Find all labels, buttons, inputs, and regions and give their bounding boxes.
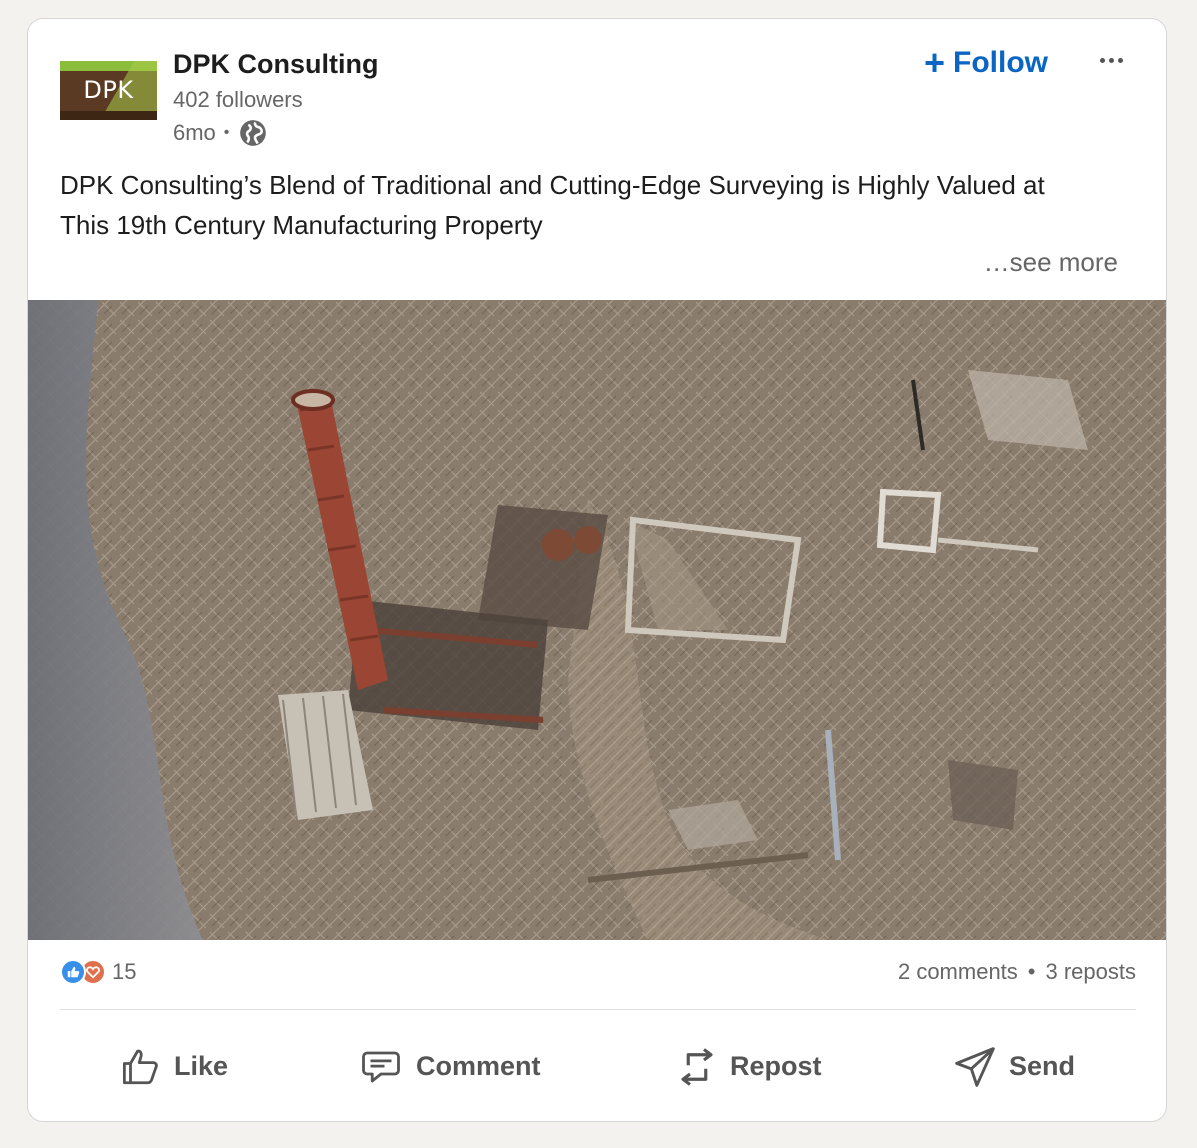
small-ruin xyxy=(948,760,1018,830)
send-label: Send xyxy=(1009,1051,1076,1081)
post-image[interactable] xyxy=(28,300,1166,940)
comments-reposts: 2 comments • 3 reposts xyxy=(898,959,1136,985)
comment-button[interactable]: Comment xyxy=(358,1029,541,1104)
reactions-summary[interactable]: 15 xyxy=(60,959,136,985)
company-logo[interactable]: DPK xyxy=(60,61,157,120)
reaction-count: 15 xyxy=(112,959,137,984)
aerial-photo xyxy=(28,300,1166,940)
post-header: DPK DPK Consulting 402 followers 6mo • +… xyxy=(28,19,1166,169)
author-name[interactable]: DPK Consulting xyxy=(173,49,378,80)
rusted-tank xyxy=(542,529,574,561)
action-bar: Like Comment Repost Send xyxy=(28,1029,1166,1104)
separator-dot: • xyxy=(223,124,230,141)
chimney-top xyxy=(291,389,335,411)
social-counts: 15 2 comments • 3 reposts xyxy=(60,959,1136,993)
machinery-frame xyxy=(478,505,608,630)
separator-dot: • xyxy=(1027,959,1036,984)
post-meta: 6mo • xyxy=(173,119,267,147)
post-time: 6mo xyxy=(173,120,216,145)
like-icon xyxy=(122,1049,158,1084)
comment-icon xyxy=(362,1051,400,1082)
dot xyxy=(1108,57,1114,63)
like-button[interactable]: Like xyxy=(120,1029,228,1104)
dot xyxy=(1099,57,1105,63)
comments-count[interactable]: 2 comments xyxy=(898,959,1018,985)
reposts-count[interactable]: 3 reposts xyxy=(1046,959,1137,985)
post-text: DPK Consulting’s Blend of Traditional an… xyxy=(60,170,1045,240)
repost-icon xyxy=(681,1047,713,1086)
like-reaction-icon xyxy=(60,959,86,985)
follow-button[interactable]: + Follow xyxy=(916,43,1056,83)
divider xyxy=(60,1009,1136,1010)
follower-count: 402 followers xyxy=(173,87,303,112)
like-label: Like xyxy=(174,1051,229,1081)
globe-icon xyxy=(240,120,267,146)
dot xyxy=(1117,57,1123,63)
comment-label: Comment xyxy=(416,1051,541,1081)
repost-label: Repost xyxy=(730,1051,822,1081)
follow-label: Follow xyxy=(953,46,1049,79)
feed-post-card: DPK DPK Consulting 402 followers 6mo • +… xyxy=(27,18,1167,1122)
more-options-icon[interactable] xyxy=(1091,45,1131,75)
rusted-tank xyxy=(574,526,602,554)
send-icon xyxy=(955,1046,995,1087)
repost-button[interactable]: Repost xyxy=(676,1029,822,1104)
see-more-link[interactable]: …see more xyxy=(984,247,1118,278)
send-button[interactable]: Send xyxy=(953,1029,1075,1104)
plus-icon: + xyxy=(924,42,946,83)
logo-stripe xyxy=(60,111,157,120)
logo-text: DPK xyxy=(83,76,134,104)
